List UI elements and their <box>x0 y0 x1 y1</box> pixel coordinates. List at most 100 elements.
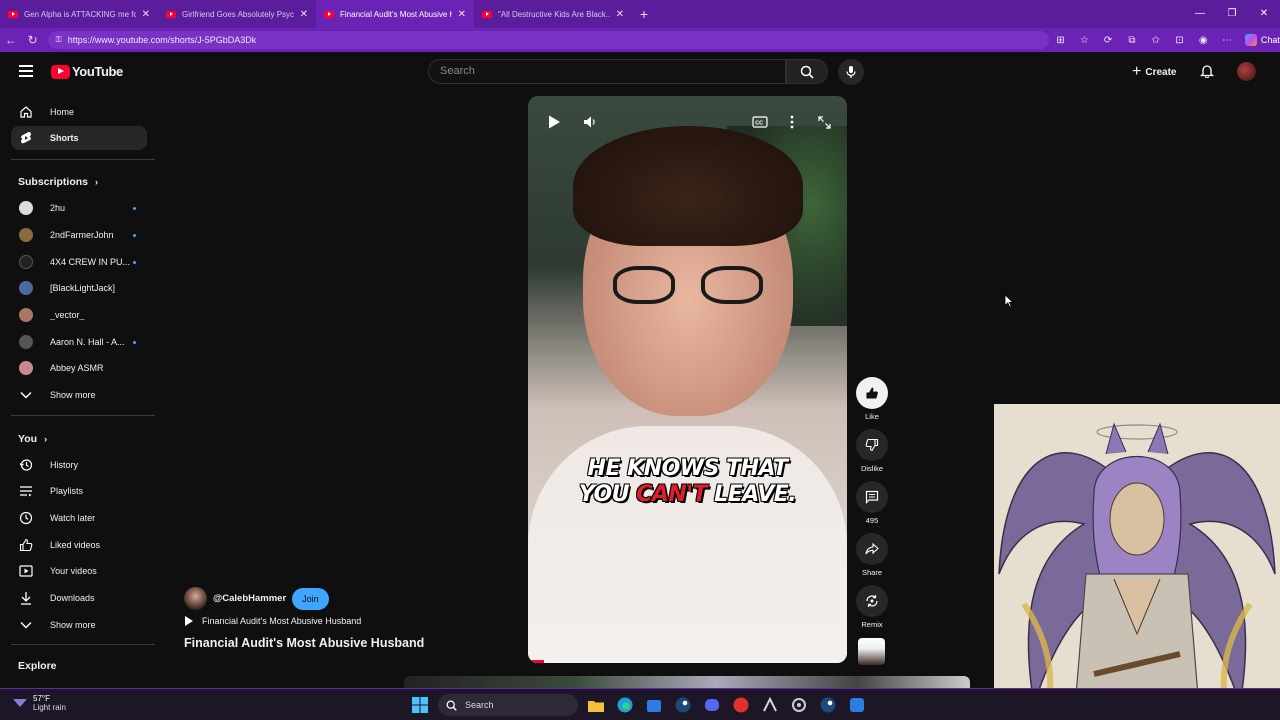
share-button[interactable]: Share <box>855 533 889 577</box>
split-screen-icon[interactable]: ⧉ <box>1120 35 1144 46</box>
sidebar-item-label: Liked videos <box>50 540 101 550</box>
play-icon <box>185 616 193 626</box>
app-icon[interactable] <box>846 694 868 716</box>
channel-avatar <box>19 308 33 322</box>
favorites-icon[interactable]: ✩ <box>1144 35 1168 46</box>
sidebar-item-subscription[interactable]: [BlackLightJack] <box>11 276 147 300</box>
show-more-label: Show more <box>50 620 96 630</box>
search-input[interactable]: Search <box>428 59 786 84</box>
taskbar-apps: Search <box>409 694 868 716</box>
windows-start-button[interactable] <box>409 694 431 716</box>
you-heading[interactable]: You › <box>18 433 47 445</box>
volume-button[interactable] <box>578 110 602 134</box>
favorite-star-icon[interactable]: ☆ <box>1072 35 1096 46</box>
play-button[interactable] <box>542 110 566 134</box>
profile-icon[interactable]: ◉ <box>1191 35 1215 46</box>
browser-tab-bar: Gen Alpha is ATTACKING me for s ✕ Girlfr… <box>0 0 1280 28</box>
dislike-button[interactable]: Dislike <box>855 429 889 473</box>
menu-icon[interactable] <box>19 65 33 77</box>
sidebar-item-subscription[interactable]: 2ndFarmerJohn <box>11 223 147 247</box>
sound-channel-thumbnail[interactable] <box>858 638 885 665</box>
divider <box>11 644 155 645</box>
discord-icon[interactable] <box>701 694 723 716</box>
refresh-icon[interactable]: ↻ <box>22 33 44 47</box>
create-button[interactable]: + Create <box>1132 63 1176 81</box>
sidebar-item-subscription[interactable]: _vector_ <box>11 303 147 327</box>
sidebar-item-subscription[interactable]: Aaron N. Hall - A... <box>11 330 147 354</box>
notifications-button[interactable] <box>1199 63 1215 83</box>
remix-button[interactable]: Remix <box>855 585 889 629</box>
sidebar-item-playlists[interactable]: Playlists <box>11 479 147 503</box>
sidebar-item-subscription[interactable]: 2hu <box>11 196 147 220</box>
store-icon[interactable] <box>643 694 665 716</box>
sidebar-item-history[interactable]: History <box>11 453 147 477</box>
sidebar-item-subscription[interactable]: Abbey ASMR <box>11 356 147 380</box>
show-more-subscriptions[interactable]: Show more <box>11 383 147 407</box>
site-info-icon[interactable]: ⚿ <box>56 35 62 45</box>
more-options-button[interactable] <box>780 110 804 134</box>
thumbs-down-icon <box>865 438 879 452</box>
like-button[interactable]: Like <box>855 377 889 421</box>
windows-logo-icon <box>412 697 428 713</box>
sidebar-item-shorts[interactable]: Shorts <box>11 126 147 150</box>
tab-title: Girlfriend Goes Absolutely Psycho <box>182 9 294 19</box>
new-content-dot <box>133 233 136 237</box>
sidebar-item-liked-videos[interactable]: Liked videos <box>11 533 147 557</box>
back-icon[interactable]: ← <box>0 33 22 47</box>
weather-widget[interactable]: 57°F Light rain <box>12 694 66 712</box>
app-icon[interactable] <box>759 694 781 716</box>
close-icon[interactable]: ✕ <box>142 9 150 20</box>
join-button[interactable]: Join <box>292 587 329 610</box>
voice-search-button[interactable] <box>838 59 864 85</box>
close-icon[interactable]: ✕ <box>458 9 466 20</box>
edge-browser-icon[interactable] <box>614 694 636 716</box>
youtube-logo[interactable]: YouTube <box>51 64 123 79</box>
red-app-icon[interactable] <box>730 694 752 716</box>
comments-button[interactable]: 495 <box>855 481 889 525</box>
minimize-button[interactable]: — <box>1184 0 1216 28</box>
browser-tab[interactable]: Gen Alpha is ATTACKING me for s ✕ <box>0 0 158 28</box>
show-more-you[interactable]: Show more <box>11 613 147 637</box>
file-explorer-icon[interactable] <box>585 694 607 716</box>
url-field[interactable]: ⚿ https://www.youtube.com/shorts/J-5PGbD… <box>47 31 1049 49</box>
close-window-button[interactable]: ✕ <box>1248 0 1280 28</box>
apps-icon[interactable]: ⊞ <box>1049 35 1073 46</box>
sidebar-item-home[interactable]: Home <box>11 100 147 124</box>
dislike-circle <box>856 429 888 461</box>
settings-icon[interactable] <box>788 694 810 716</box>
home-icon <box>19 105 33 119</box>
shorts-video-player[interactable]: HE KNOWS THAT YOU CAN'T LEAVE. CC <box>528 96 847 663</box>
sidebar-item-your-videos[interactable]: Your videos <box>11 559 147 583</box>
browser-tab-active[interactable]: Financial Audit's Most Abusive Hu ✕ <box>316 0 474 28</box>
collections-icon[interactable]: ⊡ <box>1168 35 1192 46</box>
search-icon <box>800 65 814 79</box>
sidebar-item-downloads[interactable]: Downloads <box>11 586 147 610</box>
new-tab-button[interactable]: + <box>632 6 656 22</box>
search-button[interactable] <box>786 59 828 84</box>
channel-handle[interactable]: @CalebHammer <box>213 593 286 604</box>
next-short-preview[interactable] <box>404 676 970 688</box>
sidebar-item-subscription[interactable]: 4X4 CREW IN PU... <box>11 250 147 274</box>
history-icon <box>19 458 33 472</box>
channel-name: 2ndFarmerJohn <box>50 230 114 240</box>
close-icon[interactable]: ✕ <box>300 9 308 20</box>
steam-icon[interactable] <box>817 694 839 716</box>
browser-tab[interactable]: Girlfriend Goes Absolutely Psycho ✕ <box>158 0 316 28</box>
taskbar-search[interactable]: Search <box>438 694 578 716</box>
refresh-extension-icon[interactable]: ⟳ <box>1096 35 1120 46</box>
video-progress-bar[interactable] <box>528 660 847 663</box>
fullscreen-button[interactable] <box>812 110 836 134</box>
subscriptions-heading[interactable]: Subscriptions › <box>18 176 98 188</box>
maximize-button[interactable]: ❐ <box>1216 0 1248 28</box>
browser-tab[interactable]: "All Destructive Kids Are Black..." S ✕ <box>474 0 632 28</box>
sound-link[interactable]: Financial Audit's Most Abusive Husband <box>185 616 361 626</box>
account-avatar[interactable] <box>1237 62 1256 81</box>
copilot-chat-button[interactable]: Chat <box>1244 34 1280 46</box>
short-title[interactable]: Financial Audit's Most Abusive Husband <box>184 636 424 650</box>
more-options-icon[interactable]: ⋯ <box>1215 35 1239 46</box>
steam-icon[interactable] <box>672 694 694 716</box>
captions-button[interactable]: CC <box>748 110 772 134</box>
channel-avatar[interactable] <box>184 587 207 610</box>
close-icon[interactable]: ✕ <box>616 9 624 20</box>
sidebar-item-watch-later[interactable]: Watch later <box>11 506 147 530</box>
